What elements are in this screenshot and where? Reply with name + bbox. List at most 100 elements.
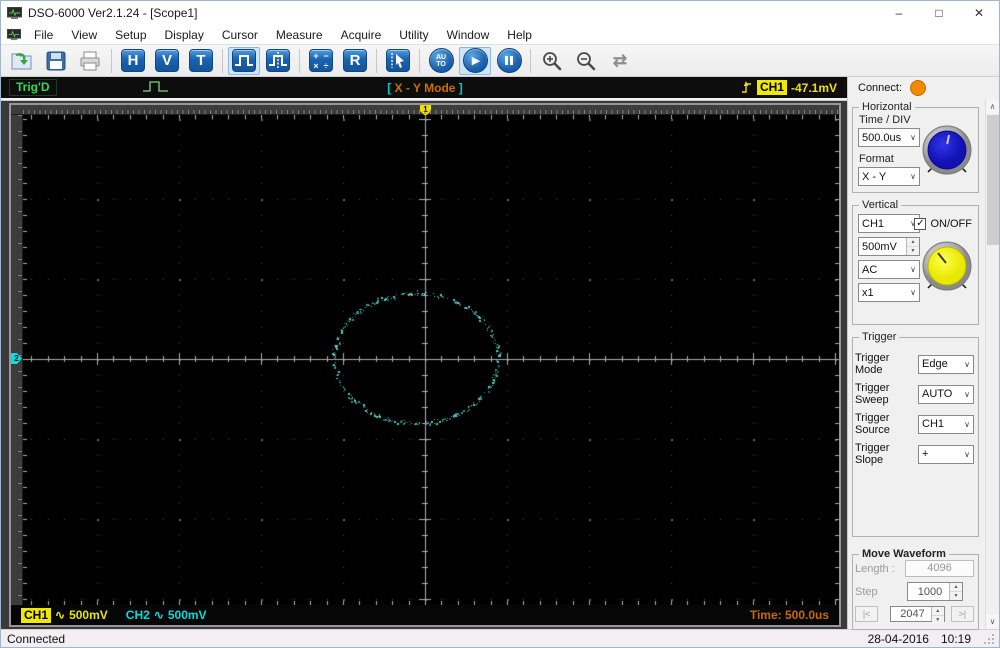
cursor-pointer-icon (386, 49, 410, 72)
menu-display[interactable]: Display (156, 28, 213, 42)
reference-button[interactable]: R (339, 47, 371, 75)
spin-down-icon[interactable]: ▼ (907, 247, 919, 255)
resize-grip[interactable] (983, 633, 995, 645)
waveform-area (23, 115, 839, 605)
math-operators-icon: + − × ÷ (309, 49, 333, 72)
save-button[interactable] (40, 47, 72, 75)
spin-up-icon[interactable]: ▲ (950, 583, 962, 592)
spin-down-icon[interactable]: ▼ (931, 616, 944, 624)
vertical-scale-knob[interactable] (919, 240, 975, 294)
trigger-source-select[interactable]: CH1 ∨ (918, 414, 974, 434)
window-title: DSO-6000 Ver2.1.24 - [Scope1] (28, 6, 198, 20)
trigger-source-badge: CH1 (756, 80, 787, 95)
format-select[interactable]: X - Y ∨ (858, 167, 920, 186)
panel-scrollbar[interactable]: ∧ ∨ (985, 99, 999, 629)
menu-measure[interactable]: Measure (267, 28, 332, 42)
left-ruler: 2 (11, 115, 23, 605)
vertical-settings-button[interactable]: V (151, 47, 183, 75)
cursor-measure-button[interactable] (382, 47, 414, 75)
vertical-group: Vertical CH1 ∨ ✓ ON/OFF 500mV ▲ ▼ AC ∨ x… (852, 199, 979, 325)
move-last-button[interactable]: >| (950, 606, 974, 622)
pause-icon (496, 48, 522, 73)
print-button[interactable] (74, 47, 106, 75)
vertical-scale-spinner[interactable]: 500mV ▲ ▼ (858, 237, 920, 256)
scroll-down-icon[interactable]: ∨ (986, 614, 999, 629)
transfer-arrows-icon: ⇄ (612, 50, 628, 70)
scroll-up-icon[interactable]: ∧ (986, 99, 999, 114)
channel-select[interactable]: CH1 ∨ (858, 214, 920, 233)
chevron-down-icon: ∨ (964, 449, 970, 459)
save-floppy-icon (46, 51, 66, 70)
scope-canvas[interactable] (23, 115, 839, 605)
run-button[interactable]: ▶ (459, 46, 491, 75)
connect-label: Connect: (858, 82, 903, 94)
letter-t-icon: T (189, 49, 213, 72)
move-first-button[interactable]: |< (855, 606, 879, 622)
horizontal-timebase-knob[interactable] (919, 124, 975, 178)
waveform-mode-button[interactable] (228, 46, 260, 75)
trigger-sweep-label: Trigger Sweep (855, 382, 890, 406)
menu-file[interactable]: File (25, 28, 62, 42)
zoom-out-button[interactable] (570, 47, 602, 75)
menu-acquire[interactable]: Acquire (332, 28, 391, 42)
onoff-checkbox[interactable]: ✓ (914, 218, 927, 230)
minimize-button[interactable]: – (879, 1, 919, 25)
trigger-sweep-value: AUTO (922, 388, 953, 400)
mode-label: X - Y Mode (394, 80, 456, 95)
trigger-sweep-select[interactable]: AUTO ∨ (918, 384, 974, 404)
close-button[interactable]: ✕ (959, 1, 999, 25)
trigger-level-readout: CH1 -47.1mV (741, 80, 837, 95)
menu-utility[interactable]: Utility (390, 28, 437, 42)
printer-icon (80, 51, 100, 70)
move-waveform-title: Move Waveform (859, 548, 949, 560)
menu-cursor[interactable]: Cursor (213, 28, 267, 42)
probe-select[interactable]: x1 ∨ (858, 283, 920, 302)
autoset-button[interactable]: AU TO (425, 47, 457, 75)
horizontal-group-title: Horizontal (859, 101, 915, 113)
app-icon (7, 6, 22, 19)
pause-button[interactable] (493, 47, 525, 75)
coupling-select[interactable]: AC ∨ (858, 260, 920, 279)
horizontal-settings-button[interactable]: H (117, 47, 149, 75)
math-button[interactable]: + − × ÷ (305, 47, 337, 75)
status-date: 28-04-2016 (867, 631, 929, 646)
rising-edge-icon (741, 81, 751, 93)
trigger-settings-button[interactable]: T (185, 47, 217, 75)
toolbar-separator (299, 48, 300, 73)
auto-bottom-glyph: TO (436, 60, 446, 68)
step-label: Step (855, 585, 878, 598)
menu-window[interactable]: Window (438, 28, 499, 42)
status-bar: Connected 28-04-2016 10:19 (1, 629, 999, 647)
toolbar-separator (530, 48, 531, 73)
trigger-slope-select[interactable]: + ∨ (918, 444, 974, 464)
spin-down-icon[interactable]: ▼ (950, 592, 962, 600)
title-bar: DSO-6000 Ver2.1.24 - [Scope1] – □ ✕ (1, 1, 999, 25)
waveform-measure-button[interactable] (262, 47, 294, 75)
plus-glyph: + (313, 50, 319, 61)
spin-up-icon[interactable]: ▲ (907, 238, 919, 247)
pulse-measure-icon (266, 49, 290, 72)
spin-up-icon[interactable]: ▲ (931, 607, 944, 616)
menu-help[interactable]: Help (498, 28, 541, 42)
time-div-select[interactable]: 500.0us ∨ (858, 128, 920, 147)
bracket-close-glyph: ] (458, 80, 463, 95)
divide-glyph: ÷ (323, 60, 329, 71)
menu-view[interactable]: View (62, 28, 106, 42)
bracket-open-glyph: [ (387, 80, 392, 95)
play-glyph: ▶ (471, 55, 481, 67)
transfer-button[interactable]: ⇄ (604, 47, 636, 75)
step-spinner[interactable]: 1000 ▲ ▼ (907, 582, 963, 601)
maximize-button[interactable]: □ (919, 1, 959, 25)
chevron-down-icon: ∨ (910, 172, 916, 181)
trigger-mode-select[interactable]: Edge ∨ (918, 354, 974, 374)
play-icon: ▶ (462, 48, 488, 73)
time-div-value: 500.0us (862, 131, 902, 144)
toolbar-separator (222, 48, 223, 73)
position-spinner[interactable]: 2047 ▲ ▼ (890, 606, 945, 624)
chevron-down-icon: ∨ (910, 265, 916, 274)
zoom-in-button[interactable] (536, 47, 568, 75)
ch2-position-marker[interactable]: 2 (11, 353, 22, 364)
open-button[interactable] (6, 47, 38, 75)
menu-setup[interactable]: Setup (106, 28, 155, 42)
scrollbar-thumb[interactable] (987, 115, 999, 245)
